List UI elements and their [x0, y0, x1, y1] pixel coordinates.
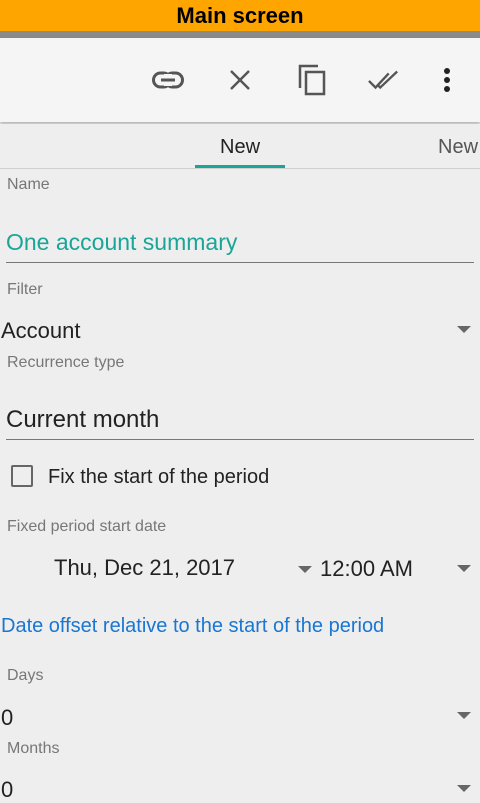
tab-new-selected[interactable]: New: [220, 136, 260, 159]
more-vert-icon[interactable]: [431, 64, 463, 96]
done-all-icon[interactable]: [368, 64, 400, 96]
filter-dropdown-icon[interactable]: [457, 326, 471, 333]
recurrence-label: Recurrence type: [7, 354, 125, 371]
recurrence-input[interactable]: Current month: [6, 406, 159, 434]
name-input[interactable]: One account summary: [6, 229, 237, 256]
tab-new-next[interactable]: New: [438, 136, 478, 159]
tabs-divider: [0, 168, 480, 169]
days-label: Days: [7, 667, 44, 684]
start-date-picker[interactable]: Thu, Dec 21, 2017: [54, 555, 235, 581]
fix-start-checkbox[interactable]: [11, 465, 33, 487]
filter-select[interactable]: Account: [1, 318, 81, 344]
months-dropdown-icon[interactable]: [457, 785, 471, 792]
start-time-picker[interactable]: 12:00 AM: [320, 556, 413, 582]
screen-title-banner: Main screen: [0, 0, 480, 31]
fixed-start-label: Fixed period start date: [7, 518, 167, 535]
months-select[interactable]: 0: [1, 777, 13, 803]
time-dropdown-icon[interactable]: [457, 565, 471, 572]
copy-icon[interactable]: [296, 64, 328, 96]
banner-title: Main screen: [176, 3, 304, 28]
link-icon[interactable]: [152, 64, 184, 96]
months-label: Months: [7, 740, 60, 757]
filter-label: Filter: [7, 281, 43, 298]
app-toolbar: [0, 38, 480, 122]
days-dropdown-icon[interactable]: [457, 712, 471, 719]
banner-divider: [0, 31, 480, 38]
tab-bar: New New: [0, 124, 480, 170]
name-label: Name: [7, 176, 50, 193]
date-offset-link[interactable]: Date offset relative to the start of the…: [1, 615, 384, 638]
recurrence-underline: [6, 439, 474, 440]
close-icon[interactable]: [224, 64, 256, 96]
fix-start-label[interactable]: Fix the start of the period: [48, 466, 269, 489]
days-select[interactable]: 0: [1, 705, 13, 731]
tab-indicator: [195, 165, 285, 168]
name-underline: [6, 262, 474, 263]
date-dropdown-icon[interactable]: [298, 566, 312, 573]
